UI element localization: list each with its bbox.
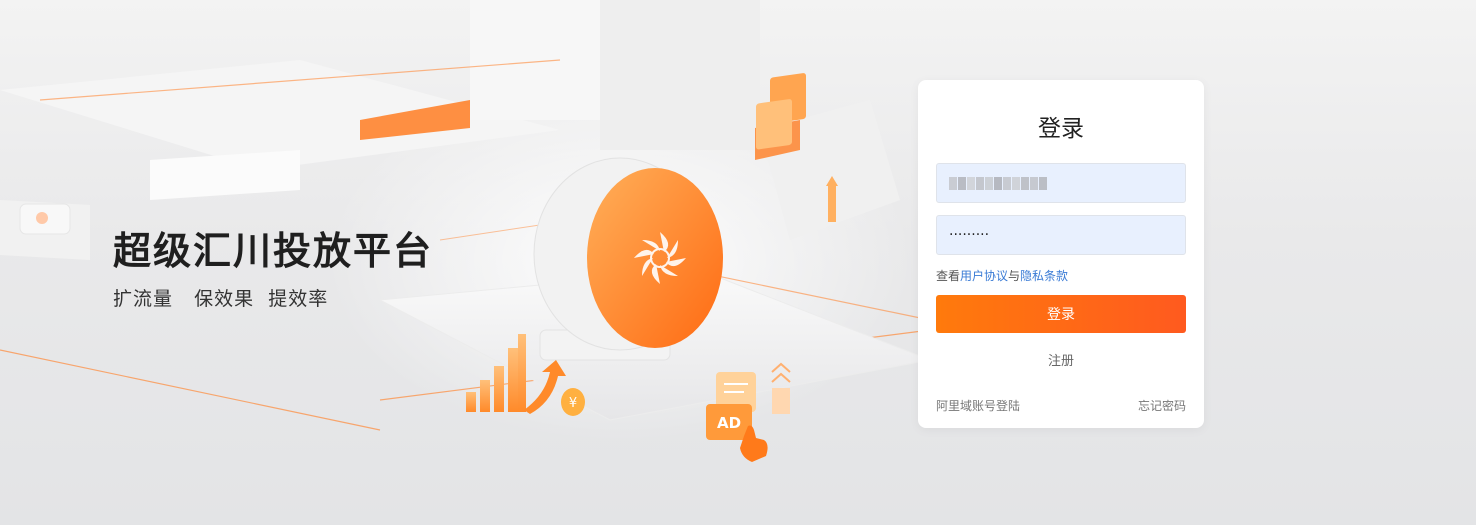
- masked-username: [949, 176, 1048, 190]
- coin-icon: ¥: [561, 388, 585, 416]
- left-device: [19, 203, 71, 235]
- login-button[interactable]: 登录: [936, 295, 1186, 333]
- ad-tile-label: AD: [717, 414, 741, 432]
- username-input[interactable]: [936, 163, 1186, 203]
- user-agreement-link[interactable]: 用户协议: [960, 269, 1008, 283]
- brand-subtitle: 扩流量 保效果 提效率: [113, 288, 329, 310]
- hero-banner: ¥ AD 超级汇川投放平台 扩流量 保效果 提效率: [0, 0, 1476, 525]
- privacy-policy-link[interactable]: 隐私条款: [1020, 269, 1068, 283]
- swirl-logo-icon: [533, 157, 723, 351]
- password-dots: ·········: [949, 227, 990, 243]
- brand-title: 超级汇川投放平台: [113, 229, 434, 273]
- login-card: 登录 ········· 查看用户协议与隐私条款 登录 注册 阿里域账号登陆 忘…: [918, 80, 1204, 428]
- login-title: 登录: [1038, 116, 1084, 142]
- agreement-text: 查看用户协议与隐私条款: [936, 269, 1069, 283]
- password-input[interactable]: ·········: [936, 215, 1186, 255]
- forgot-password-link[interactable]: 忘记密码: [1138, 397, 1186, 414]
- svg-text:¥: ¥: [569, 396, 577, 411]
- ali-domain-login-link[interactable]: 阿里域账号登陆: [936, 397, 1020, 414]
- register-link[interactable]: 注册: [918, 350, 1204, 369]
